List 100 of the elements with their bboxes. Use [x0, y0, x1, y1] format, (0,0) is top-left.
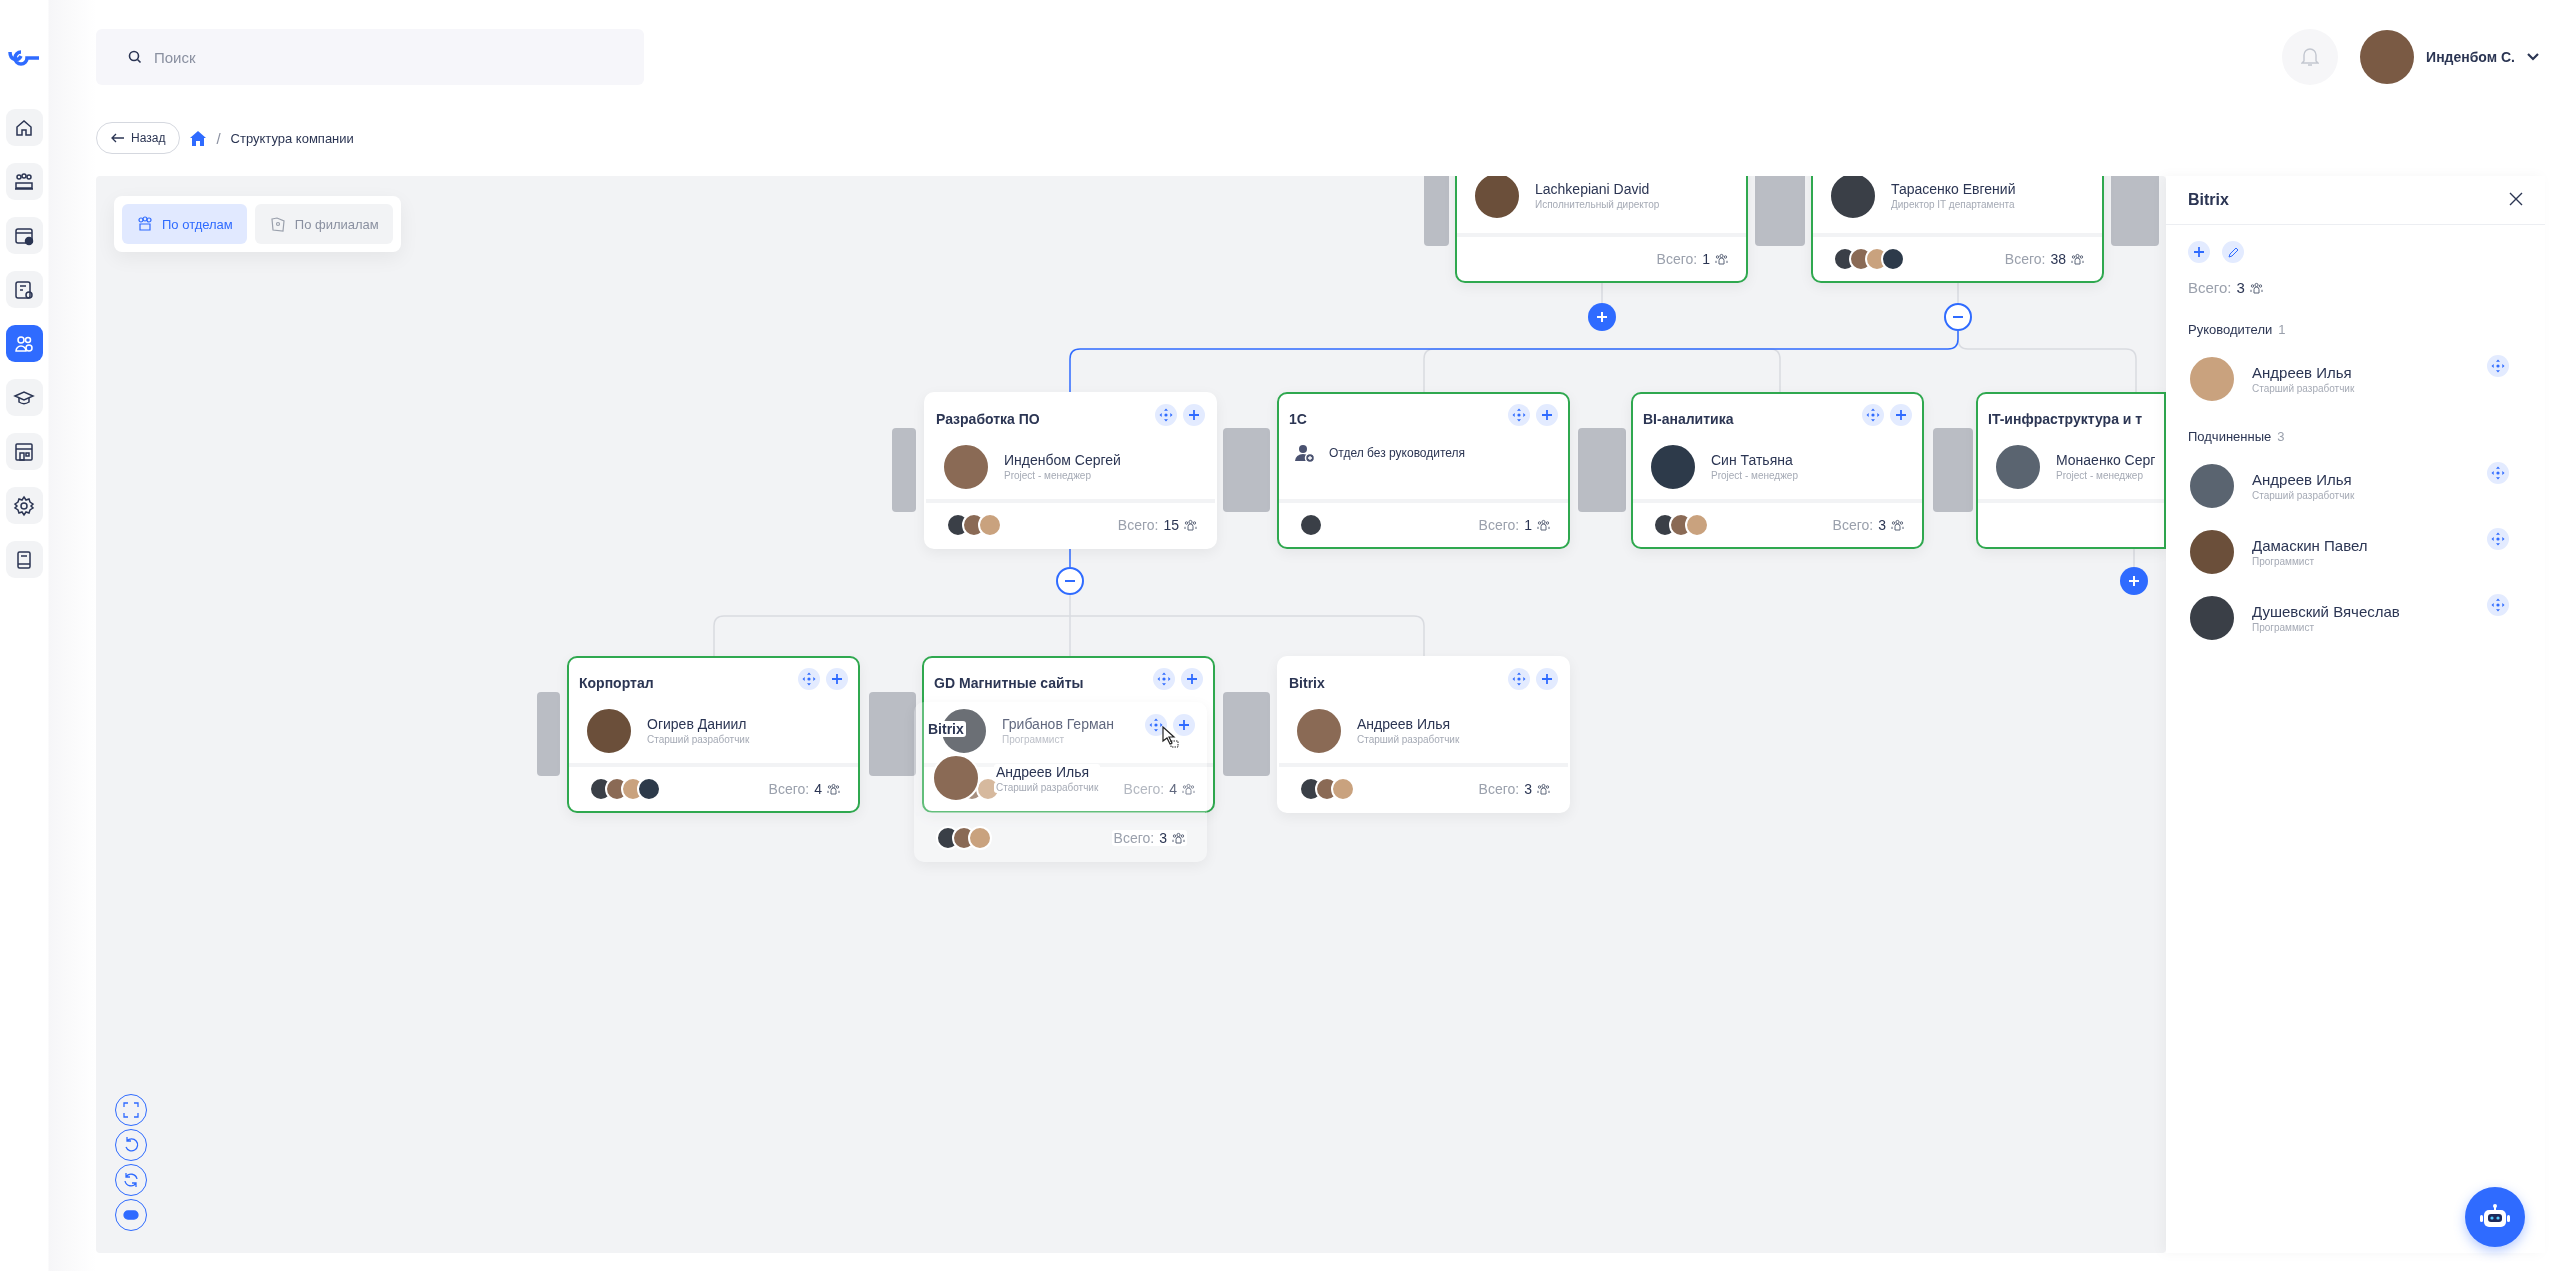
- add-button[interactable]: [1181, 668, 1203, 690]
- department-title: Bitrix: [926, 721, 966, 737]
- plus-icon: [1541, 673, 1553, 685]
- section-title: Руководители: [2188, 322, 2273, 337]
- edit-button[interactable]: [2222, 241, 2244, 263]
- people-icon: [1537, 783, 1550, 795]
- add-button[interactable]: [1890, 404, 1912, 426]
- search-field[interactable]: Поиск: [96, 29, 644, 85]
- move-button[interactable]: [2487, 355, 2509, 377]
- plus-icon: [1541, 409, 1553, 421]
- add-person-icon: [1295, 444, 1315, 464]
- nav-item[interactable]: [5, 379, 43, 416]
- department-card[interactable]: Корпортал Огирев Даниил Старший разработчик Всего: 4: [567, 656, 860, 813]
- nav-item[interactable]: [5, 109, 43, 146]
- move-button[interactable]: [1862, 404, 1884, 426]
- move-icon: [2491, 532, 2505, 546]
- nav-item[interactable]: [5, 541, 43, 578]
- nav-item[interactable]: [5, 487, 43, 524]
- people-icon: [1184, 519, 1197, 531]
- connector-line: [1069, 548, 1071, 568]
- add-button[interactable]: [1183, 404, 1205, 426]
- job-title: Старший разработчик: [647, 734, 750, 745]
- department-title: 1С: [1289, 411, 1307, 427]
- move-button[interactable]: [1508, 404, 1530, 426]
- move-icon: [1512, 672, 1526, 686]
- move-button[interactable]: [2487, 528, 2509, 550]
- nav-icon: [13, 494, 35, 517]
- move-button[interactable]: [798, 668, 820, 690]
- move-icon: [1866, 408, 1880, 422]
- nav-item[interactable]: [5, 163, 43, 200]
- department-card[interactable]: Разработка ПО Инденбом Сергей Project - менеджер Всего: 15: [924, 392, 1217, 549]
- expand-button[interactable]: [2120, 567, 2148, 595]
- move-icon: [1159, 408, 1173, 422]
- people-icon: [1715, 253, 1728, 265]
- member-total: Всего: 1: [1478, 517, 1550, 533]
- plus-icon: [831, 673, 843, 685]
- add-button[interactable]: [1536, 404, 1558, 426]
- person-name: Душевский Вячеслав: [2252, 603, 2401, 620]
- job-title: Старший разработчик: [994, 781, 1101, 793]
- chevron-down-icon[interactable]: [2527, 53, 2539, 61]
- nav-item[interactable]: [5, 271, 43, 308]
- person-name: Андреев Илья: [2252, 364, 2353, 381]
- plus-icon: [1178, 719, 1190, 731]
- department-card[interactable]: IT-инфраструктура и т Монаенко Серг Project - менеджер: [1976, 392, 2166, 549]
- collapse-button[interactable]: [1056, 567, 1084, 595]
- department-title: Bitrix: [1289, 675, 1325, 691]
- member-total: Всего: 3: [1111, 830, 1187, 846]
- user-avatar[interactable]: [2360, 30, 2415, 84]
- avatar: [1881, 247, 1905, 271]
- move-button[interactable]: [1153, 668, 1175, 690]
- job-title: Исполнительный директор: [1535, 199, 1660, 210]
- move-button[interactable]: [2487, 594, 2509, 616]
- view-tab[interactable]: По отделам: [122, 204, 247, 244]
- department-title: GD Магнитные сайты: [934, 675, 1084, 691]
- department-card[interactable]: 1С Отдел без руководителя Всего: 1: [1277, 392, 1570, 549]
- user-name[interactable]: Инденбом С.: [2426, 49, 2515, 65]
- collapse-button[interactable]: [1944, 303, 1972, 331]
- person-name: Тарасенко Евгений: [1891, 181, 2016, 197]
- add-button[interactable]: [1536, 668, 1558, 690]
- department-card[interactable]: Lachkepiani David Исполнительный директор Всего: 1: [1455, 176, 1748, 283]
- breadcrumb-current: Структура компании: [230, 130, 354, 146]
- department-card[interactable]: Тарасенко Евгений Директор IT департамента Всего: 38: [1811, 176, 2104, 283]
- expand-button[interactable]: [1588, 303, 1616, 331]
- job-title: Project - менеджер: [1711, 470, 1798, 481]
- add-button[interactable]: [2188, 241, 2210, 263]
- refresh-icon: [122, 1171, 140, 1189]
- home-icon[interactable]: [190, 130, 207, 146]
- minus-icon: [1065, 580, 1075, 582]
- nav-item[interactable]: [5, 217, 43, 254]
- nav-icon: [13, 278, 35, 301]
- avatar: [978, 513, 1002, 537]
- plus-icon: [2129, 576, 2139, 586]
- nav-item[interactable]: [5, 433, 43, 470]
- map-icon: [268, 215, 287, 233]
- move-button[interactable]: [1508, 668, 1530, 690]
- job-title: Старший разработчик: [2252, 383, 2356, 394]
- move-icon: [2491, 466, 2505, 480]
- department-card[interactable]: Bitrix Андреев Илья Старший разработчик Всего: 3: [1277, 656, 1570, 813]
- move-icon: [1157, 672, 1171, 686]
- move-button[interactable]: [1155, 404, 1177, 426]
- move-button[interactable]: [2487, 462, 2509, 484]
- move-icon: [2491, 359, 2505, 373]
- add-button[interactable]: [826, 668, 848, 690]
- person-name: Андреев Илья: [2252, 471, 2353, 488]
- back-button[interactable]: Назад: [96, 122, 181, 154]
- section-title: Подчиненные: [2188, 429, 2272, 444]
- person-name: Андреев Илья: [1357, 716, 1452, 732]
- member-total: Всего: 3: [1478, 781, 1550, 797]
- fullscreen-icon: [122, 1101, 140, 1119]
- people-icon: [827, 783, 840, 795]
- job-title: Директор IT департамента: [1891, 199, 2016, 210]
- person-name: Монаенко Серг: [2056, 452, 2156, 468]
- minus-icon: [1953, 316, 1963, 318]
- breadcrumb-separator: /: [216, 129, 221, 147]
- avatar: [1685, 513, 1709, 537]
- people-icon: [1172, 832, 1185, 844]
- person-name: Lachkepiani David: [1535, 181, 1651, 197]
- pencil-icon: [2227, 246, 2239, 258]
- department-title: IT-инфраструктура и т: [1988, 411, 2143, 427]
- department-card[interactable]: BI-аналитика Син Татьяна Project - менеджер Всего: 3: [1631, 392, 1924, 549]
